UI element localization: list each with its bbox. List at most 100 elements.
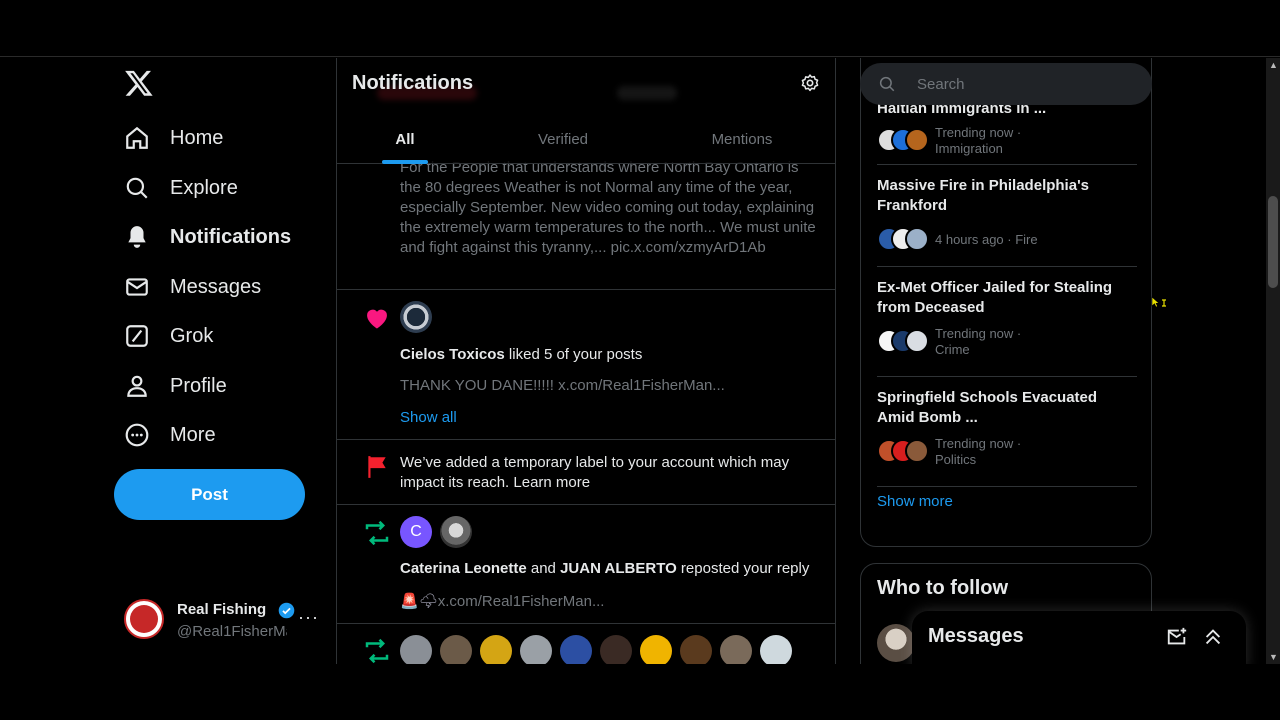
trend-avatars <box>877 227 937 253</box>
notification-snippet-text: x.com/Real1FisherMan... <box>437 593 605 610</box>
trend-category: Politics <box>935 452 977 467</box>
trend-avatars <box>877 128 937 154</box>
avatar[interactable]: C <box>400 516 432 548</box>
tab-mentions-label: Mentions <box>711 130 773 148</box>
trend-item[interactable]: Massive Fire in Philadelphia's Frankford… <box>877 176 1137 251</box>
nav-explore[interactable]: Explore <box>124 168 238 208</box>
notification-action: liked 5 of your posts <box>504 346 643 363</box>
trend-title: Massive Fire in Philadelphia's Frankford <box>877 177 1089 214</box>
nav-messages[interactable]: Messages <box>124 267 261 307</box>
notification-user[interactable]: Caterina Leonette <box>400 560 527 577</box>
search-icon <box>879 76 895 92</box>
avatar[interactable] <box>480 635 512 664</box>
avatar[interactable] <box>520 635 552 664</box>
account-switcher[interactable]: Real Fishing @Real1FisherMan ··· <box>124 595 324 645</box>
who-to-follow-title: Who to follow <box>877 577 1009 599</box>
trend-item[interactable]: Ex-Met Officer Jailed for Stealing from … <box>877 278 1137 357</box>
account-name: Real Fishing <box>177 601 267 618</box>
tab-verified-label: Verified <box>537 130 589 148</box>
envelope-icon <box>126 278 148 296</box>
notification-snippet[interactable]: 🚨🌩x.com/Real1FisherMan... <box>400 592 604 610</box>
account-more-icon[interactable]: ··· <box>298 607 319 628</box>
avatar[interactable] <box>400 635 432 664</box>
verified-badge-icon <box>278 602 295 619</box>
show-more-link[interactable]: Show more <box>877 493 953 510</box>
divider <box>337 504 835 505</box>
post-button[interactable]: Post <box>114 469 305 520</box>
notification-user[interactable]: Cielos Toxicos <box>400 346 505 363</box>
scroll-down-icon[interactable]: ▼ <box>1269 652 1278 662</box>
avatar[interactable] <box>440 516 472 548</box>
post-text[interactable]: For the People that understands where No… <box>400 158 820 258</box>
scroll-up-icon[interactable]: ▲ <box>1269 60 1278 70</box>
nav-home[interactable]: Home <box>124 118 223 158</box>
avatar[interactable] <box>877 624 915 662</box>
trend-category: Crime <box>935 342 970 357</box>
trend-item[interactable]: Springfield Schools Evacuated Amid Bomb … <box>877 388 1137 467</box>
search-input[interactable]: Search <box>860 63 1152 105</box>
learn-more-link[interactable]: Learn more <box>513 474 590 491</box>
nav-notifications-label: Notifications <box>170 225 292 248</box>
nav-profile-label: Profile <box>170 374 227 397</box>
avatar[interactable] <box>640 635 672 664</box>
primary-nav: Home Explore Notifications Messages Grok… <box>112 58 336 664</box>
notification-user[interactable]: JUAN ALBERTO <box>560 560 677 577</box>
avatar[interactable] <box>760 635 792 664</box>
tab-mentions[interactable]: Mentions <box>703 114 781 164</box>
search-placeholder: Search <box>917 75 965 93</box>
right-sidebar: Haitian Immigrants in ... Trending now ·… <box>860 58 1152 664</box>
divider <box>337 439 835 440</box>
avatar <box>124 599 164 639</box>
nav-explore-label: Explore <box>170 176 238 199</box>
new-message-icon[interactable] <box>1166 626 1188 648</box>
gear-icon[interactable] <box>800 73 820 93</box>
avatar[interactable] <box>680 635 712 664</box>
avatar[interactable] <box>440 635 472 664</box>
repost-icon <box>365 638 389 664</box>
account-handle: @Real1FisherMan <box>177 623 287 640</box>
show-all-link[interactable]: Show all <box>400 409 457 426</box>
notification-conjunction: and <box>526 560 561 577</box>
tab-active-indicator <box>382 160 428 164</box>
tab-verified[interactable]: Verified <box>525 114 601 164</box>
messages-drawer[interactable]: Messages <box>912 611 1246 664</box>
page-scrollbar[interactable]: ▲ ▼ <box>1266 58 1280 664</box>
avatar[interactable] <box>600 635 632 664</box>
trend-title: Ex-Met Officer Jailed for Stealing from … <box>877 279 1113 316</box>
nav-profile[interactable]: Profile <box>124 366 227 406</box>
nav-more[interactable]: More <box>124 415 216 455</box>
notifications-column: Notifications All Verified Mentions For … <box>336 58 836 664</box>
trend-meta: Trending now · <box>935 125 1022 140</box>
trend-meta: Trending now · <box>935 436 1022 451</box>
divider <box>877 164 1137 165</box>
avatar[interactable] <box>720 635 752 664</box>
scrollbar-thumb[interactable] <box>1268 196 1278 288</box>
x-logo-icon[interactable] <box>124 68 154 98</box>
chevron-up-double-icon[interactable] <box>1202 626 1224 648</box>
siren-icon: 🚨 <box>400 593 419 610</box>
home-icon <box>126 126 148 149</box>
nav-notifications[interactable]: Notifications <box>124 217 291 257</box>
trend-meta: 4 hours ago · Fire <box>935 232 1038 247</box>
page-title: Notifications <box>352 72 474 94</box>
notifications-header: Notifications All Verified Mentions <box>337 58 835 164</box>
nav-more-label: More <box>170 423 216 446</box>
avatar[interactable] <box>400 301 432 333</box>
label-notice: We’ve added a temporary label to your ac… <box>400 453 800 493</box>
divider <box>877 486 1137 487</box>
notification-action: reposted your reply <box>676 560 810 577</box>
tab-all-label: All <box>395 130 415 148</box>
tab-all[interactable]: All <box>381 114 429 164</box>
nav-messages-label: Messages <box>170 275 262 298</box>
nav-grok[interactable]: Grok <box>124 316 213 356</box>
grok-icon <box>126 325 148 347</box>
repost-notification-text[interactable]: Caterina Leonette and JUAN ALBERTO repos… <box>400 560 809 577</box>
browser-top-area <box>0 0 1280 57</box>
avatar[interactable] <box>560 635 592 664</box>
notification-snippet[interactable]: THANK YOU DANE!!!!! x.com/Real1FisherMan… <box>400 377 725 394</box>
flag-icon <box>368 456 386 478</box>
divider <box>337 289 835 290</box>
like-notification-text[interactable]: Cielos Toxicos liked 5 of your posts <box>400 346 642 363</box>
trend-avatars <box>877 439 937 465</box>
blurred-content <box>617 86 677 100</box>
